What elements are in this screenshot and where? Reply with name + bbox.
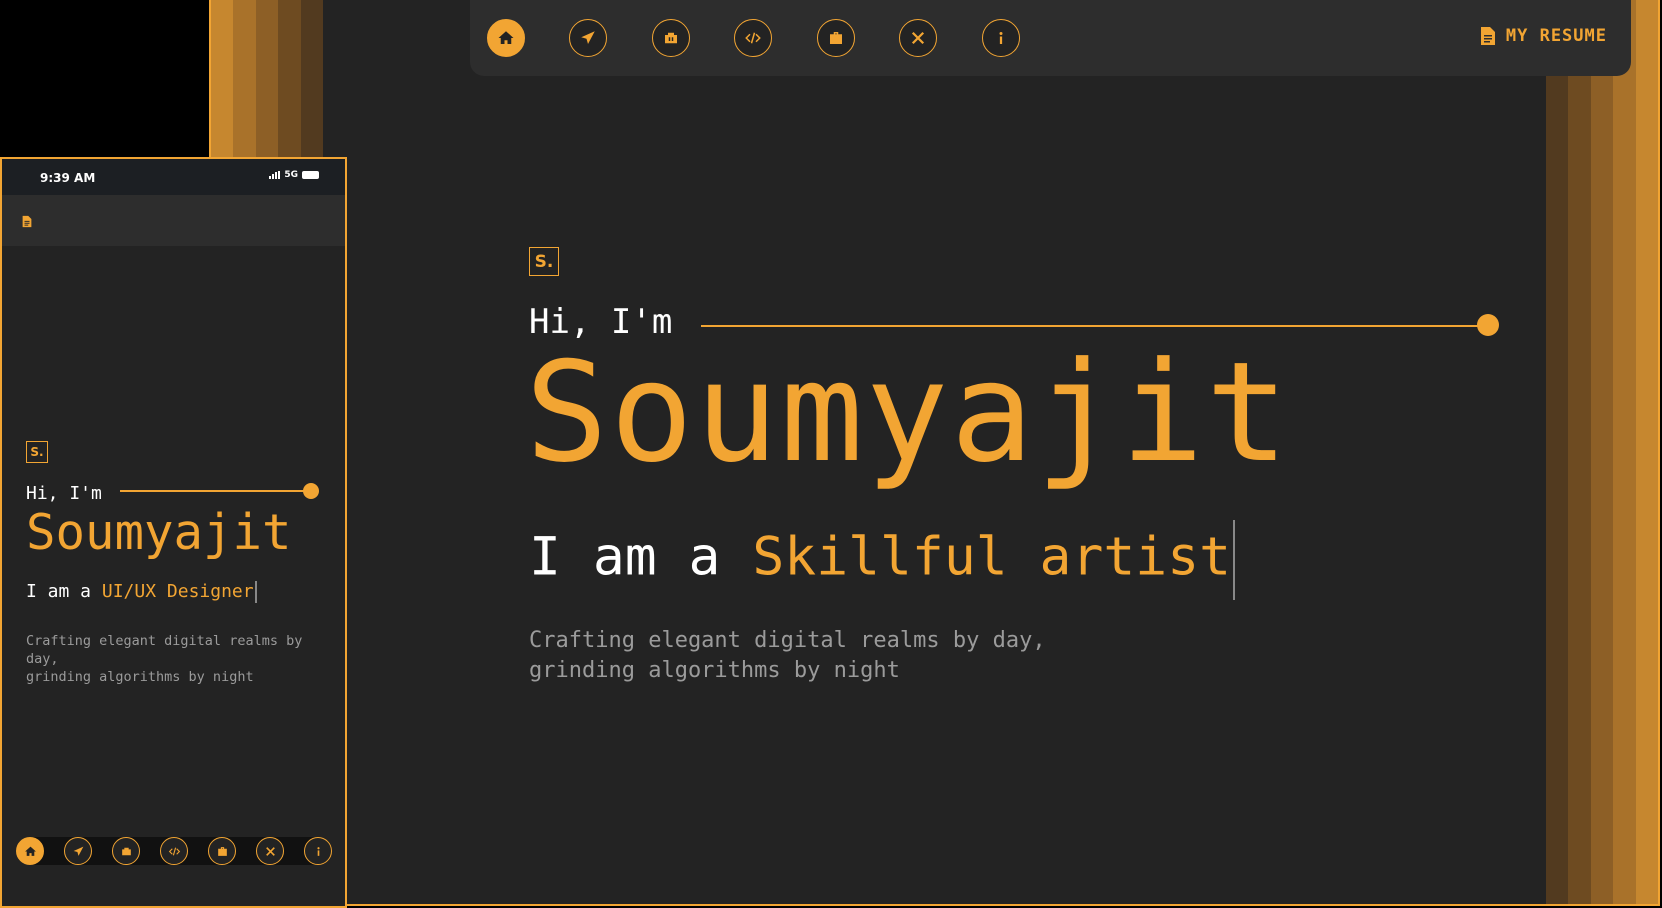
mobile-logo: S.	[26, 441, 48, 463]
mobile-nav-code-button[interactable]	[160, 837, 188, 865]
nav-contact-button[interactable]	[569, 19, 607, 57]
mobile-role-prefix: I am a	[26, 581, 92, 602]
mobile-greeting-line-dot	[303, 483, 319, 499]
greeting-line-dot	[1477, 314, 1499, 336]
description-line-1: Crafting elegant digital realms by day,	[529, 628, 1046, 653]
greeting-line	[701, 325, 1485, 327]
logo: S.	[529, 247, 559, 276]
home-icon	[24, 846, 36, 856]
mobile-role-line: I am a UI/UX Designer	[26, 581, 257, 603]
battery-icon	[302, 171, 319, 179]
role-typed-text: Skillful artist	[752, 526, 1232, 588]
role-line: I am a Skillful artist	[529, 520, 1236, 600]
briefcase-icon	[830, 32, 842, 44]
signal-icon	[269, 171, 281, 179]
mobile-nav-experience-button[interactable]	[208, 837, 236, 865]
home-icon	[498, 31, 514, 44]
desktop-window: MY RESUME S. Hi, I'm Soumyajit I am a Sk…	[209, 0, 1660, 906]
send-icon	[73, 846, 83, 856]
mobile-nav-contact-button[interactable]	[64, 837, 92, 865]
nav-experience-button[interactable]	[817, 19, 855, 57]
mobile-nav-home-button[interactable]	[16, 837, 44, 865]
nav-skills-button[interactable]	[899, 19, 937, 57]
projects-icon	[665, 32, 677, 44]
description-line-2: grinding algorithms by night	[529, 658, 900, 683]
hero-name: Soumyajit	[525, 332, 1291, 493]
mobile-header	[2, 195, 345, 246]
role-prefix: I am a	[529, 526, 721, 588]
briefcase-icon	[217, 846, 227, 856]
projects-icon	[121, 847, 131, 855]
mobile-nav-projects-button[interactable]	[112, 837, 140, 865]
mobile-preview: 9:39 AM 5G S. Hi, I'm Soumyajit I am a U…	[0, 157, 347, 908]
mobile-hero-description: Crafting elegant digital realms by day, …	[26, 632, 316, 686]
nav-about-button[interactable]	[982, 19, 1020, 57]
info-icon	[999, 32, 1003, 44]
nav-home-button[interactable]	[487, 19, 525, 57]
send-icon	[581, 31, 595, 44]
resume-document-icon[interactable]	[22, 215, 32, 228]
mobile-greeting-line	[120, 490, 306, 492]
nav-projects-button[interactable]	[652, 19, 690, 57]
mobile-nav-about-button[interactable]	[304, 837, 332, 865]
tools-icon	[265, 846, 275, 856]
mobile-role-typed-text: UI/UX Designer	[101, 581, 254, 602]
my-resume-link[interactable]: MY RESUME	[1480, 26, 1607, 46]
status-time: 9:39 AM	[40, 171, 96, 185]
mobile-typing-caret	[254, 581, 257, 603]
typing-caret	[1233, 520, 1236, 600]
mobile-description-line-1: Crafting elegant digital realms by day,	[26, 633, 303, 667]
hero-description: Crafting elegant digital realms by day, …	[529, 626, 1046, 686]
document-icon	[1480, 27, 1495, 45]
code-icon	[168, 847, 180, 855]
mobile-nav-skills-button[interactable]	[256, 837, 284, 865]
hero-section: MY RESUME S. Hi, I'm Soumyajit I am a Sk…	[323, 0, 1631, 904]
mobile-greeting: Hi, I'm	[26, 483, 102, 504]
network-label: 5G	[284, 170, 298, 180]
mobile-description-line-2: grinding algorithms by night	[26, 669, 254, 685]
status-icons: 5G	[269, 170, 319, 180]
tools-icon	[911, 31, 925, 45]
nav-code-button[interactable]	[734, 19, 772, 57]
resume-label: MY RESUME	[1505, 26, 1607, 46]
mobile-hero-name: Soumyajit	[26, 504, 292, 561]
code-icon	[745, 32, 761, 44]
decorative-stripes-right	[1546, 0, 1658, 904]
mobile-bottom-nav	[16, 837, 332, 865]
top-navbar: MY RESUME	[470, 0, 1631, 76]
status-bar: 9:39 AM 5G	[2, 159, 345, 195]
info-icon	[316, 846, 320, 856]
